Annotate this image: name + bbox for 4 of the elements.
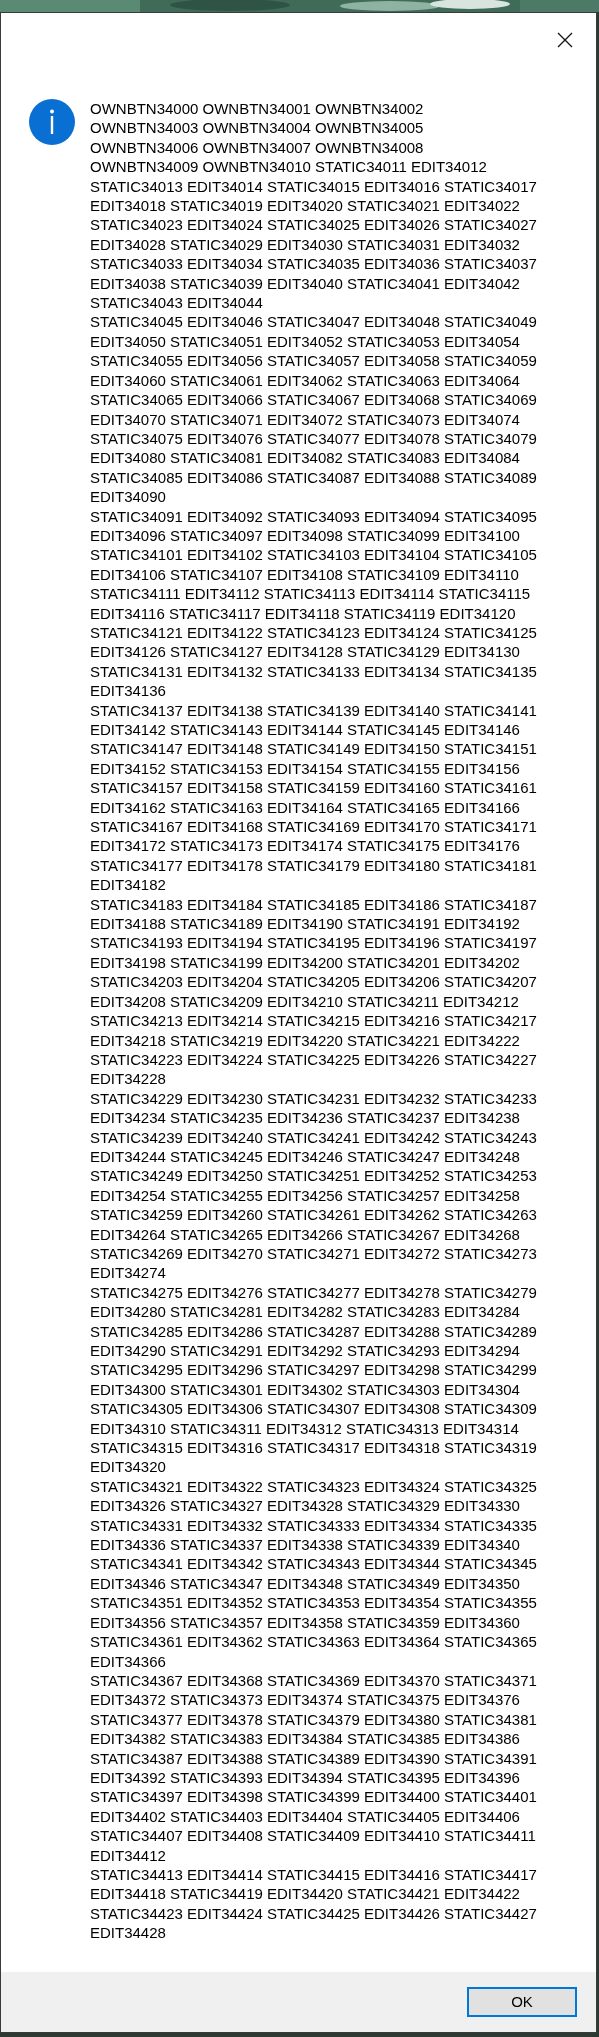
- info-icon: [29, 99, 75, 145]
- message-text: OWNBTN34000 OWNBTN34001 OWNBTN34002 OWNBTN34003 OWNBTN34004 OWNBTN34005 OWNBTN34006 OWNBTN34007 OWNBTN34008 OWNBTN34009 OWNBTN34010 STATIC34011 EDIT34012 STATIC34013 EDIT34014 STATIC34015 EDIT34016 STATIC34017 EDIT34018 STATIC34019 EDIT34020 STATIC34021 EDIT34022 STATIC34023 EDIT34024 STATIC34025 EDIT34026 STATIC34027 EDIT34028 STATIC34029 EDIT34030 STATIC34031 EDIT34032 STATIC34033 EDIT34034 STATIC34035 EDIT34036 STATIC34037 EDIT34038 STATIC34039 EDIT34040 STATIC34041 EDIT34042 STATIC34043 EDIT34044 STATIC34045 EDIT34046 STATIC34047 EDIT34048 STATIC34049 EDIT34050 STATIC34051 EDIT34052 STATIC34053 EDIT34054 STATIC34055 EDIT34056 STATIC34057 EDIT34058 STATIC34059 EDIT34060 STATIC34061 EDIT34062 STATIC34063 EDIT34064 STATIC34065 EDIT34066 STATIC34067 EDIT34068 STATIC34069 EDIT34070 STATIC34071 EDIT34072 STATIC34073 EDIT34074 STATIC34075 EDIT34076 STATIC34077 EDIT34078 STATIC34079 EDIT34080 STATIC34081 EDIT34082 STATIC34083 EDIT34084 STATIC34085 EDIT34086 STATIC34087 EDIT34088 STATIC34089 EDIT34090 STATIC34091 EDIT34092 STATIC34093 EDIT34094 STATIC34095 EDIT34096 STATIC34097 EDIT34098 STATIC34099 EDIT34100 STATIC34101 EDIT34102 STATIC34103 EDIT34104 STATIC34105 EDIT34106 STATIC34107 EDIT34108 STATIC34109 EDIT34110 STATIC34111 EDIT34112 STATIC34113 EDIT34114 STATIC34115 EDIT34116 STATIC34117 EDIT34118 STATIC34119 EDIT34120 STATIC34121 EDIT34122 STATIC34123 EDIT34124 STATIC34125 EDIT34126 STATIC34127 EDIT34128 STATIC34129 EDIT34130 STATIC34131 EDIT34132 STATIC34133 EDIT34134 STATIC34135 EDIT34136 STATIC34137 EDIT34138 STATIC34139 EDIT34140 STATIC34141 EDIT34142 STATIC34143 EDIT34144 STATIC34145 EDIT34146 STATIC34147 EDIT34148 STATIC34149 EDIT34150 STATIC34151 EDIT34152 STATIC34153 EDIT34154 STATIC34155 EDIT34156 STATIC34157 EDIT34158 STATIC34159 EDIT34160 STATIC34161 EDIT34162 STATIC34163 EDIT34164 STATIC34165 EDIT34166 STATIC34167 EDIT34168 STATIC34169 EDIT34170 STATIC34171 EDIT34172 STATIC34173 EDIT34174 STATIC34175 EDIT34176 STATIC34177 EDIT34178 STATIC34179 EDIT34180 STATIC34181 EDIT34182 STATIC34183 EDIT34184 STATIC34185 EDIT34186 STATIC34187 EDIT34188 STATIC34189 EDIT34190 STATIC34191 EDIT34192 STATIC34193 EDIT34194 STATIC34195 EDIT34196 STATIC34197 EDIT34198 STATIC34199 EDIT34200 STATIC34201 EDIT34202 STATIC34203 EDIT34204 STATIC34205 EDIT34206 STATIC34207 EDIT34208 STATIC34209 EDIT34210 STATIC34211 EDIT34212 STATIC34213 EDIT34214 STATIC34215 EDIT34216 STATIC34217 EDIT34218 STATIC34219 EDIT34220 STATIC34221 EDIT34222 STATIC34223 EDIT34224 STATIC34225 EDIT34226 STATIC34227 EDIT34228 STATIC34229 EDIT34230 STATIC34231 EDIT34232 STATIC34233 EDIT34234 STATIC34235 EDIT34236 STATIC34237 EDIT34238 STATIC34239 EDIT34240 STATIC34241 EDIT34242 STATIC34243 EDIT34244 STATIC34245 EDIT34246 STATIC34247 EDIT34248 STATIC34249 EDIT34250 STATIC34251 EDIT34252 STATIC34253 EDIT34254 STATIC34255 EDIT34256 STATIC34257 EDIT34258 STATIC34259 EDIT34260 STATIC34261 EDIT34262 STATIC34263 EDIT34264 STATIC34265 EDIT34266 STATIC34267 EDIT34268 STATIC34269 EDIT34270 STATIC34271 EDIT34272 STATIC34273 EDIT34274 STATIC34275 EDIT34276 STATIC34277 EDIT34278 STATIC34279 EDIT34280 STATIC34281 EDIT34282 STATIC34283 EDIT34284 STATIC34285 EDIT34286 STATIC34287 EDIT34288 STATIC34289 EDIT34290 STATIC34291 EDIT34292 STATIC34293 EDIT34294 STATIC34295 EDIT34296 STATIC34297 EDIT34298 STATIC34299 EDIT34300 STATIC34301 EDIT34302 STATIC34303 EDIT34304 STATIC34305 EDIT34306 STATIC34307 EDIT34308 STATIC34309 EDIT34310 STATIC34311 EDIT34312 STATIC34313 EDIT34314 STATIC34315 EDIT34316 STATIC34317 EDIT34318 STATIC34319 EDIT34320 STATIC34321 EDIT34322 STATIC34323 EDIT34324 STATIC34325 EDIT34326 STATIC34327 EDIT34328 STATIC34329 EDIT34330 STATIC34331 EDIT34332 STATIC34333 EDIT34334 STATIC34335 EDIT34336 STATIC34337 EDIT34338 STATIC34339 EDIT34340 STATIC34341 EDIT34342 STATIC34343 EDIT34344 STATIC34345 EDIT34346 STATIC34347 EDIT34348 STATIC34349 EDIT34350 STATIC34351 EDIT34352 STATIC34353 EDIT34354 STATIC34355 EDIT34356 STATIC34357 EDIT34358 STATIC34359 EDIT34360 STATIC34361 EDIT34362 STATIC34363 EDIT34364 STATIC34365 EDIT34366 STATIC34367 EDIT34368 STATIC34369 EDIT34370 STATIC34371 EDIT34372 STATIC34373 EDIT34374 STATIC34375 EDIT34376 STATIC34377 EDIT34378 STATIC34379 EDIT34380 STATIC34381 EDIT34382 STATIC34383 EDIT34384 STATIC34385 EDIT34386 STATIC34387 EDIT34388 STATIC34389 EDIT34390 STATIC34391 EDIT34392 STATIC34393 EDIT34394 STATIC34395 EDIT34396 STATIC34397 EDIT34398 STATIC34399 EDIT34400 STATIC34401 EDIT34402 STATIC34403 EDIT34404 STATIC34405 EDIT34406 STATIC34407 EDIT34408 STATIC34409 EDIT34410 STATIC34411 EDIT34412 STATIC34413 EDIT34414 STATIC34415 EDIT34416 STATIC34417 EDIT34418 STATIC34419 EDIT34420 STATIC34421 EDIT34422 STATIC34423 EDIT34424 STATIC34425 EDIT34426 STATIC34427 EDIT34428: [90, 99, 537, 1944]
- ok-button[interactable]: OK: [467, 1987, 577, 2017]
- close-icon: [557, 32, 573, 48]
